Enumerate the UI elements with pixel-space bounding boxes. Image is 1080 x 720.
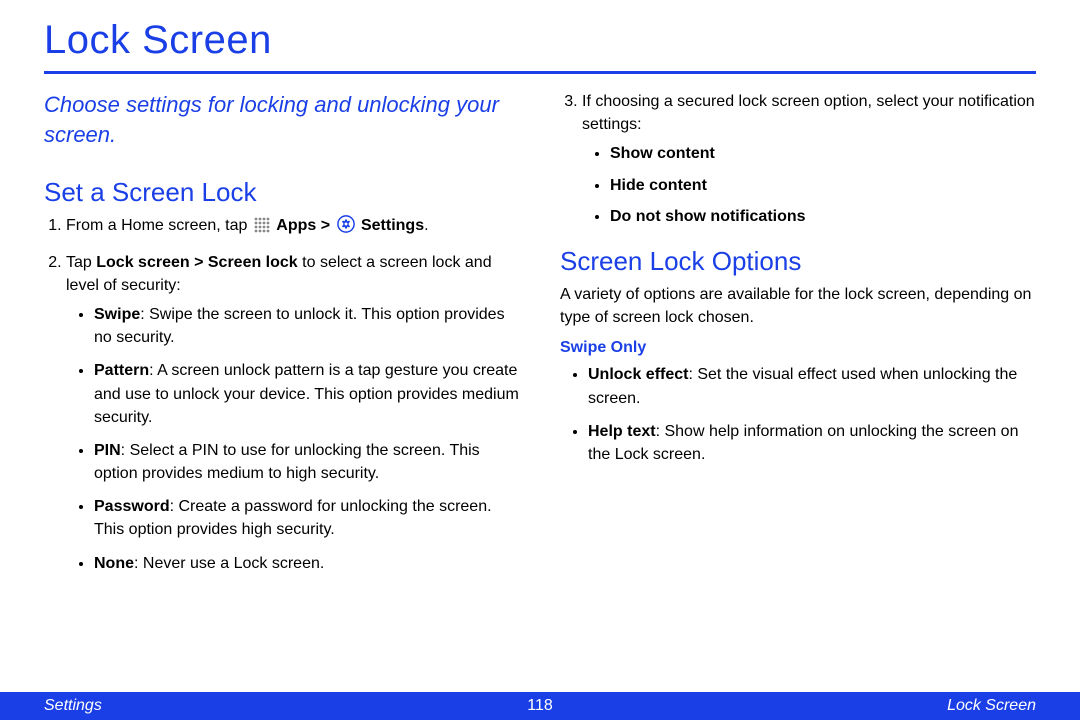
section-heading-options: Screen Lock Options bbox=[560, 246, 1036, 277]
options-intro: A variety of options are available for t… bbox=[560, 283, 1036, 329]
settings-label: Settings bbox=[361, 217, 424, 234]
option-desc: : Never use a Lock screen. bbox=[134, 555, 324, 572]
steps-list: From a Home screen, tap Apps > Settings.… bbox=[44, 214, 520, 574]
step1-period: . bbox=[424, 217, 428, 234]
right-column: If choosing a secured lock screen option… bbox=[560, 90, 1036, 585]
step-2: Tap Lock screen > Screen lock to select … bbox=[66, 251, 520, 575]
step-3: If choosing a secured lock screen option… bbox=[582, 90, 1036, 228]
list-item: Show content bbox=[610, 142, 1036, 165]
list-item: None: Never use a Lock screen. bbox=[94, 552, 520, 575]
steps-list-continued: If choosing a secured lock screen option… bbox=[560, 90, 1036, 228]
footer-right: Lock Screen bbox=[947, 697, 1036, 715]
option-name: Pattern bbox=[94, 362, 149, 379]
swipe-only-list: Unlock effect: Set the visual effect use… bbox=[560, 363, 1036, 466]
option-name: Help text bbox=[588, 423, 656, 440]
intro-text: Choose settings for locking and unlockin… bbox=[44, 90, 520, 149]
footer-page-number: 118 bbox=[527, 697, 553, 715]
footer-left: Settings bbox=[44, 697, 102, 715]
step-1: From a Home screen, tap Apps > Settings. bbox=[66, 214, 520, 240]
list-item: Swipe: Swipe the screen to unlock it. Th… bbox=[94, 303, 520, 349]
page-footer: Settings 118 Lock Screen bbox=[0, 692, 1080, 720]
step2-bold: Lock screen > Screen lock bbox=[96, 254, 297, 271]
option-desc: : Swipe the screen to unlock it. This op… bbox=[94, 306, 505, 346]
gt-separator: > bbox=[316, 217, 334, 234]
lock-options-list: Swipe: Swipe the screen to unlock it. Th… bbox=[66, 303, 520, 575]
page-content: Lock Screen Choose settings for locking … bbox=[0, 0, 1080, 585]
notif-option: Show content bbox=[610, 145, 715, 162]
section-heading-set-lock: Set a Screen Lock bbox=[44, 177, 520, 208]
step3-text: If choosing a secured lock screen option… bbox=[582, 93, 1035, 133]
list-item: Pattern: A screen unlock pattern is a ta… bbox=[94, 359, 520, 429]
list-item: Do not show notifications bbox=[610, 205, 1036, 228]
option-name: PIN bbox=[94, 442, 121, 459]
list-item: Help text: Show help information on unlo… bbox=[588, 420, 1036, 466]
option-name: Swipe bbox=[94, 306, 140, 323]
settings-gear-icon bbox=[337, 215, 355, 240]
two-column-layout: Choose settings for locking and unlockin… bbox=[44, 90, 1036, 585]
title-rule bbox=[44, 71, 1036, 74]
list-item: PIN: Select a PIN to use for unlocking t… bbox=[94, 439, 520, 485]
option-desc: : Select a PIN to use for unlocking the … bbox=[94, 442, 480, 482]
notif-option: Hide content bbox=[610, 177, 707, 194]
option-name: Unlock effect bbox=[588, 366, 688, 383]
list-item: Hide content bbox=[610, 174, 1036, 197]
step1-prefix: From a Home screen, tap bbox=[66, 217, 252, 234]
apps-label: Apps bbox=[276, 217, 316, 234]
step2-prefix: Tap bbox=[66, 254, 96, 271]
notif-option: Do not show notifications bbox=[610, 208, 806, 225]
left-column: Choose settings for locking and unlockin… bbox=[44, 90, 520, 585]
option-desc: : A screen unlock pattern is a tap gestu… bbox=[94, 362, 519, 425]
option-name: Password bbox=[94, 498, 170, 515]
swipe-only-subhead: Swipe Only bbox=[560, 339, 1036, 357]
option-name: None bbox=[94, 555, 134, 572]
list-item: Unlock effect: Set the visual effect use… bbox=[588, 363, 1036, 409]
page-title: Lock Screen bbox=[44, 18, 1036, 63]
list-item: Password: Create a password for unlockin… bbox=[94, 495, 520, 541]
notification-options-list: Show content Hide content Do not show no… bbox=[582, 142, 1036, 228]
apps-grid-icon bbox=[254, 217, 270, 240]
